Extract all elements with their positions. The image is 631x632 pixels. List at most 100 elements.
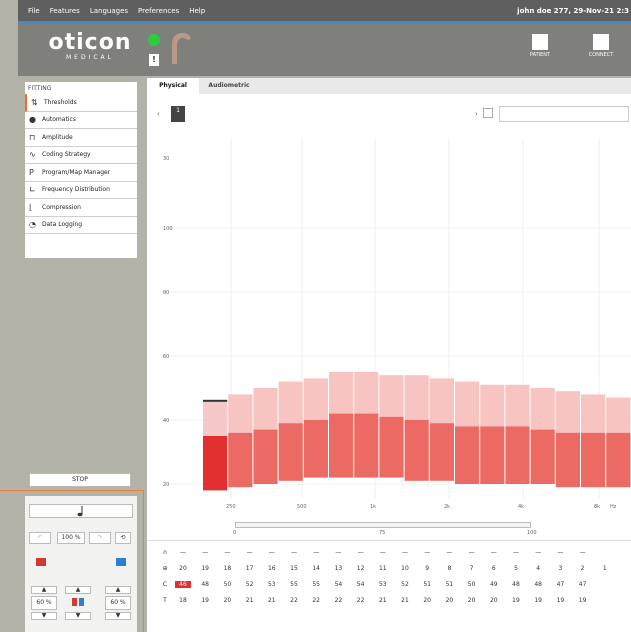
tab-audiometric[interactable]: Audiometric [199, 78, 259, 94]
menu-help[interactable]: Help [189, 7, 205, 15]
frequency-slider[interactable]: 0 75 100 [147, 520, 631, 540]
table-cell[interactable]: 8 [441, 565, 457, 572]
left-level-up[interactable]: ▲ [31, 586, 57, 594]
table-cell[interactable]: 21 [375, 597, 391, 604]
prev-arrow-icon[interactable]: ‹ [157, 110, 160, 118]
table-cell[interactable]: 21 [242, 597, 258, 604]
table-cell[interactable]: — [508, 549, 524, 556]
table-cell[interactable]: — [552, 549, 568, 556]
both-level-up[interactable]: ▲ [65, 586, 91, 594]
table-cell[interactable]: 1 [597, 565, 613, 572]
table-cell[interactable]: — [242, 549, 258, 556]
table-cell[interactable]: 22 [330, 597, 346, 604]
table-cell[interactable]: 19 [552, 597, 568, 604]
table-cell[interactable]: 21 [264, 597, 280, 604]
table-cell[interactable]: 18 [175, 597, 191, 604]
table-cell[interactable]: 10 [397, 565, 413, 572]
table-cell[interactable]: 2 [575, 565, 591, 572]
menu-file[interactable]: File [28, 7, 40, 15]
view-icon[interactable] [483, 108, 493, 118]
table-cell[interactable]: — [375, 549, 391, 556]
table-cell[interactable]: 6 [486, 565, 502, 572]
table-cell[interactable]: — [419, 549, 435, 556]
table-cell[interactable]: 12 [353, 565, 369, 572]
sidebar-item-data-logging[interactable]: ◔ Data Logging [25, 217, 137, 234]
table-cell[interactable]: 51 [419, 581, 435, 588]
sidebar-item-compression[interactable]: ⌊ Compression [25, 199, 137, 217]
table-cell[interactable]: 9 [419, 565, 435, 572]
table-cell[interactable]: 17 [242, 565, 258, 572]
table-cell[interactable]: 48 [197, 581, 213, 588]
search-input[interactable] [499, 106, 629, 122]
table-cell[interactable]: 50 [464, 581, 480, 588]
table-cell[interactable]: 52 [242, 581, 258, 588]
table-cell[interactable]: 47 [575, 581, 591, 588]
right-level-down[interactable]: ▼ [105, 612, 131, 620]
table-cell[interactable]: 14 [308, 565, 324, 572]
table-cell[interactable]: 20 [419, 597, 435, 604]
sidebar-item-thresholds[interactable]: ⇅ Thresholds [25, 94, 137, 112]
table-cell[interactable]: 22 [286, 597, 302, 604]
right-ear-button[interactable] [109, 556, 133, 574]
table-cell[interactable]: — [486, 549, 502, 556]
table-cell[interactable]: 7 [464, 565, 480, 572]
table-cell[interactable]: — [219, 549, 235, 556]
table-cell[interactable]: 20 [464, 597, 480, 604]
table-cell[interactable]: 18 [219, 565, 235, 572]
both-level-down[interactable]: ▼ [65, 612, 91, 620]
table-cell[interactable]: 19 [530, 597, 546, 604]
sidebar-item-frequency-distribution[interactable]: ∟ Frequency Distribution [25, 182, 137, 199]
table-cell[interactable]: 55 [286, 581, 302, 588]
table-cell[interactable]: 21 [397, 597, 413, 604]
table-cell[interactable]: 54 [353, 581, 369, 588]
redo-button[interactable]: ↷ [89, 532, 111, 544]
table-cell[interactable]: 48 [530, 581, 546, 588]
stop-button[interactable]: STOP [29, 473, 131, 487]
table-cell[interactable]: 16 [264, 565, 280, 572]
table-cell[interactable]: 53 [264, 581, 280, 588]
table-cell[interactable]: 19 [575, 597, 591, 604]
table-cell[interactable]: 13 [330, 565, 346, 572]
table-cell[interactable]: 53 [375, 581, 391, 588]
table-cell[interactable]: — [286, 549, 302, 556]
table-cell[interactable]: 51 [441, 581, 457, 588]
channel-badge[interactable]: 1 [171, 106, 185, 122]
sidebar-item-automatics[interactable]: ● Automatics [25, 112, 137, 129]
table-cell[interactable]: 54 [330, 581, 346, 588]
connect-button[interactable]: CONNECT [581, 34, 621, 58]
next-arrow-icon[interactable]: › [475, 110, 478, 118]
menu-features[interactable]: Features [50, 7, 80, 15]
table-cell[interactable]: — [197, 549, 213, 556]
table-cell[interactable]: 46 [175, 581, 191, 588]
table-cell[interactable]: — [575, 549, 591, 556]
left-ear-button[interactable] [29, 556, 53, 574]
tab-physical[interactable]: Physical [147, 78, 199, 94]
zoom-percent[interactable]: 100 % [57, 532, 85, 544]
table-cell[interactable]: 20 [219, 597, 235, 604]
patient-button[interactable]: PATIENT [520, 34, 560, 58]
loop-button[interactable]: ⟲ [115, 532, 131, 544]
table-cell[interactable]: 50 [219, 581, 235, 588]
table-cell[interactable]: 5 [508, 565, 524, 572]
table-cell[interactable]: 20 [175, 565, 191, 572]
table-cell[interactable]: — [353, 549, 369, 556]
table-cell[interactable]: 52 [397, 581, 413, 588]
slider-track[interactable] [235, 522, 531, 528]
table-cell[interactable]: 3 [552, 565, 568, 572]
table-cell[interactable]: — [330, 549, 346, 556]
table-cell[interactable]: 15 [286, 565, 302, 572]
menu-languages[interactable]: Languages [90, 7, 128, 15]
table-cell[interactable]: 55 [308, 581, 324, 588]
table-cell[interactable]: 22 [308, 597, 324, 604]
sidebar-item-coding-strategy[interactable]: ∿ Coding Strategy [25, 147, 137, 164]
table-cell[interactable]: — [175, 549, 191, 556]
table-cell[interactable]: — [530, 549, 546, 556]
table-cell[interactable]: — [397, 549, 413, 556]
table-cell[interactable]: 49 [486, 581, 502, 588]
table-cell[interactable]: — [464, 549, 480, 556]
table-cell[interactable]: 48 [508, 581, 524, 588]
table-cell[interactable]: 22 [353, 597, 369, 604]
right-level-up[interactable]: ▲ [105, 586, 131, 594]
table-cell[interactable]: 20 [441, 597, 457, 604]
left-level-down[interactable]: ▼ [31, 612, 57, 620]
